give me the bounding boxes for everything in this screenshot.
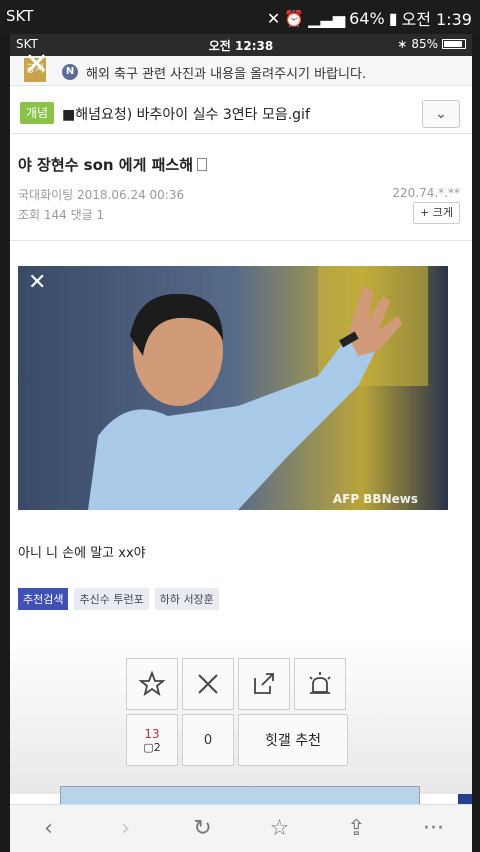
comment-icon: ▢ xyxy=(143,740,154,754)
report-button[interactable] xyxy=(294,658,346,710)
board-title-bar: 개념 ■해념요청) 바추아이 실수 3연타 모음.gif ⌄ xyxy=(10,94,472,134)
back-icon[interactable]: ‹ xyxy=(34,816,64,841)
share-icon xyxy=(254,673,274,694)
battery-icon: ▮ xyxy=(388,8,398,28)
recommend-search-label: 추천검색 xyxy=(18,588,69,610)
tag-item[interactable]: 하하 서장훈 xyxy=(154,588,219,610)
divider xyxy=(10,240,472,241)
outer-battery-text: 64% xyxy=(349,8,385,28)
share-button[interactable] xyxy=(238,658,290,710)
downvote-count: 0 xyxy=(182,714,234,766)
upvote-count: 13 ▢2 xyxy=(126,714,178,766)
refresh-icon[interactable]: ↻ xyxy=(188,816,218,841)
post-image[interactable]: ✕ AFP BBNews xyxy=(18,266,448,510)
image-watermark: AFP BBNews xyxy=(332,492,418,506)
recommend-tags: 추천검색 추신수 투런포 하하 서장훈 xyxy=(18,588,219,610)
new-badge: N xyxy=(62,64,78,80)
outer-time: 오전 1:39 xyxy=(401,10,472,29)
author-ip: 220.74.*.** xyxy=(392,186,460,200)
forward-icon[interactable]: › xyxy=(111,816,141,841)
notice-bar[interactable]: 공지 ✕ N 해외 축구 관련 사진과 내용을 올려주시기 바랍니다. xyxy=(10,50,472,86)
image-close-icon[interactable]: ✕ xyxy=(28,270,46,295)
siren-icon xyxy=(309,672,331,694)
outer-carrier: SKT xyxy=(6,7,34,25)
x-icon xyxy=(198,674,218,694)
thumbs-up-star-icon xyxy=(138,670,166,697)
photo-illustration xyxy=(18,266,448,510)
tag-item[interactable]: 추신수 투런포 xyxy=(74,588,149,610)
inner-battery-icon xyxy=(442,39,466,49)
post-title-row: 야 장현수 son 에게 패스해 xyxy=(18,154,208,175)
views-comments: 조회 144 댓글 1 xyxy=(18,208,105,222)
signal-icon: ▁▃▅ xyxy=(308,8,346,28)
post-title: 야 장현수 son 에게 패스해 xyxy=(18,156,194,174)
alarm-icon: ⏰ xyxy=(284,8,305,28)
mute-icon: ✕ xyxy=(266,8,281,28)
star-icon[interactable]: ☆ xyxy=(265,816,295,841)
notice-text: 해외 축구 관련 사진과 내용을 올려주시기 바랍니다. xyxy=(86,67,367,82)
upvote-button[interactable] xyxy=(126,658,178,710)
inner-status-bar: SKT 오전 12:38 ∗ 85% xyxy=(10,34,472,56)
upvote-number: 13 xyxy=(144,726,160,741)
screenshot-frame: SKT 오전 12:38 ∗ 85% 공지 ✕ N 해외 축구 관련 사진과 내… xyxy=(10,34,472,852)
document-icon xyxy=(197,158,208,171)
comment-count: 2 xyxy=(153,740,161,754)
chevron-down-icon: ⌄ xyxy=(435,106,447,122)
close-icon[interactable]: ✕ xyxy=(24,50,49,80)
browser-toolbar: ‹ › ↻ ☆ ⇪ ··· xyxy=(10,804,472,852)
more-icon[interactable]: ··· xyxy=(419,816,449,841)
board-post-title[interactable]: ■해념요청) 바추아이 실수 3연타 모음.gif xyxy=(62,104,310,124)
comment-count-row: ▢2 xyxy=(143,741,160,754)
enlarge-text-button[interactable]: + 크게 xyxy=(413,202,460,224)
hit-gallery-recommend-button[interactable]: 힛갤 추천 xyxy=(238,714,348,766)
category-badge: 개념 xyxy=(20,102,55,124)
author-date: 국대화이팅 2018.06.24 00:36 xyxy=(18,188,185,202)
outer-status-bar: SKT ✕ ⏰ ▁▃▅ 64% ▮ 오전 1:39 xyxy=(0,0,480,34)
bluetooth-icon: ∗ xyxy=(397,37,408,51)
post-body: 아니 니 손에 말고 xx야 xyxy=(18,546,146,561)
inner-battery-text: 85% xyxy=(411,37,438,51)
dropdown-button[interactable]: ⌄ xyxy=(422,100,460,128)
downvote-button[interactable] xyxy=(182,658,234,710)
share-icon[interactable]: ⇪ xyxy=(342,816,372,841)
ad-banner[interactable] xyxy=(60,786,420,806)
